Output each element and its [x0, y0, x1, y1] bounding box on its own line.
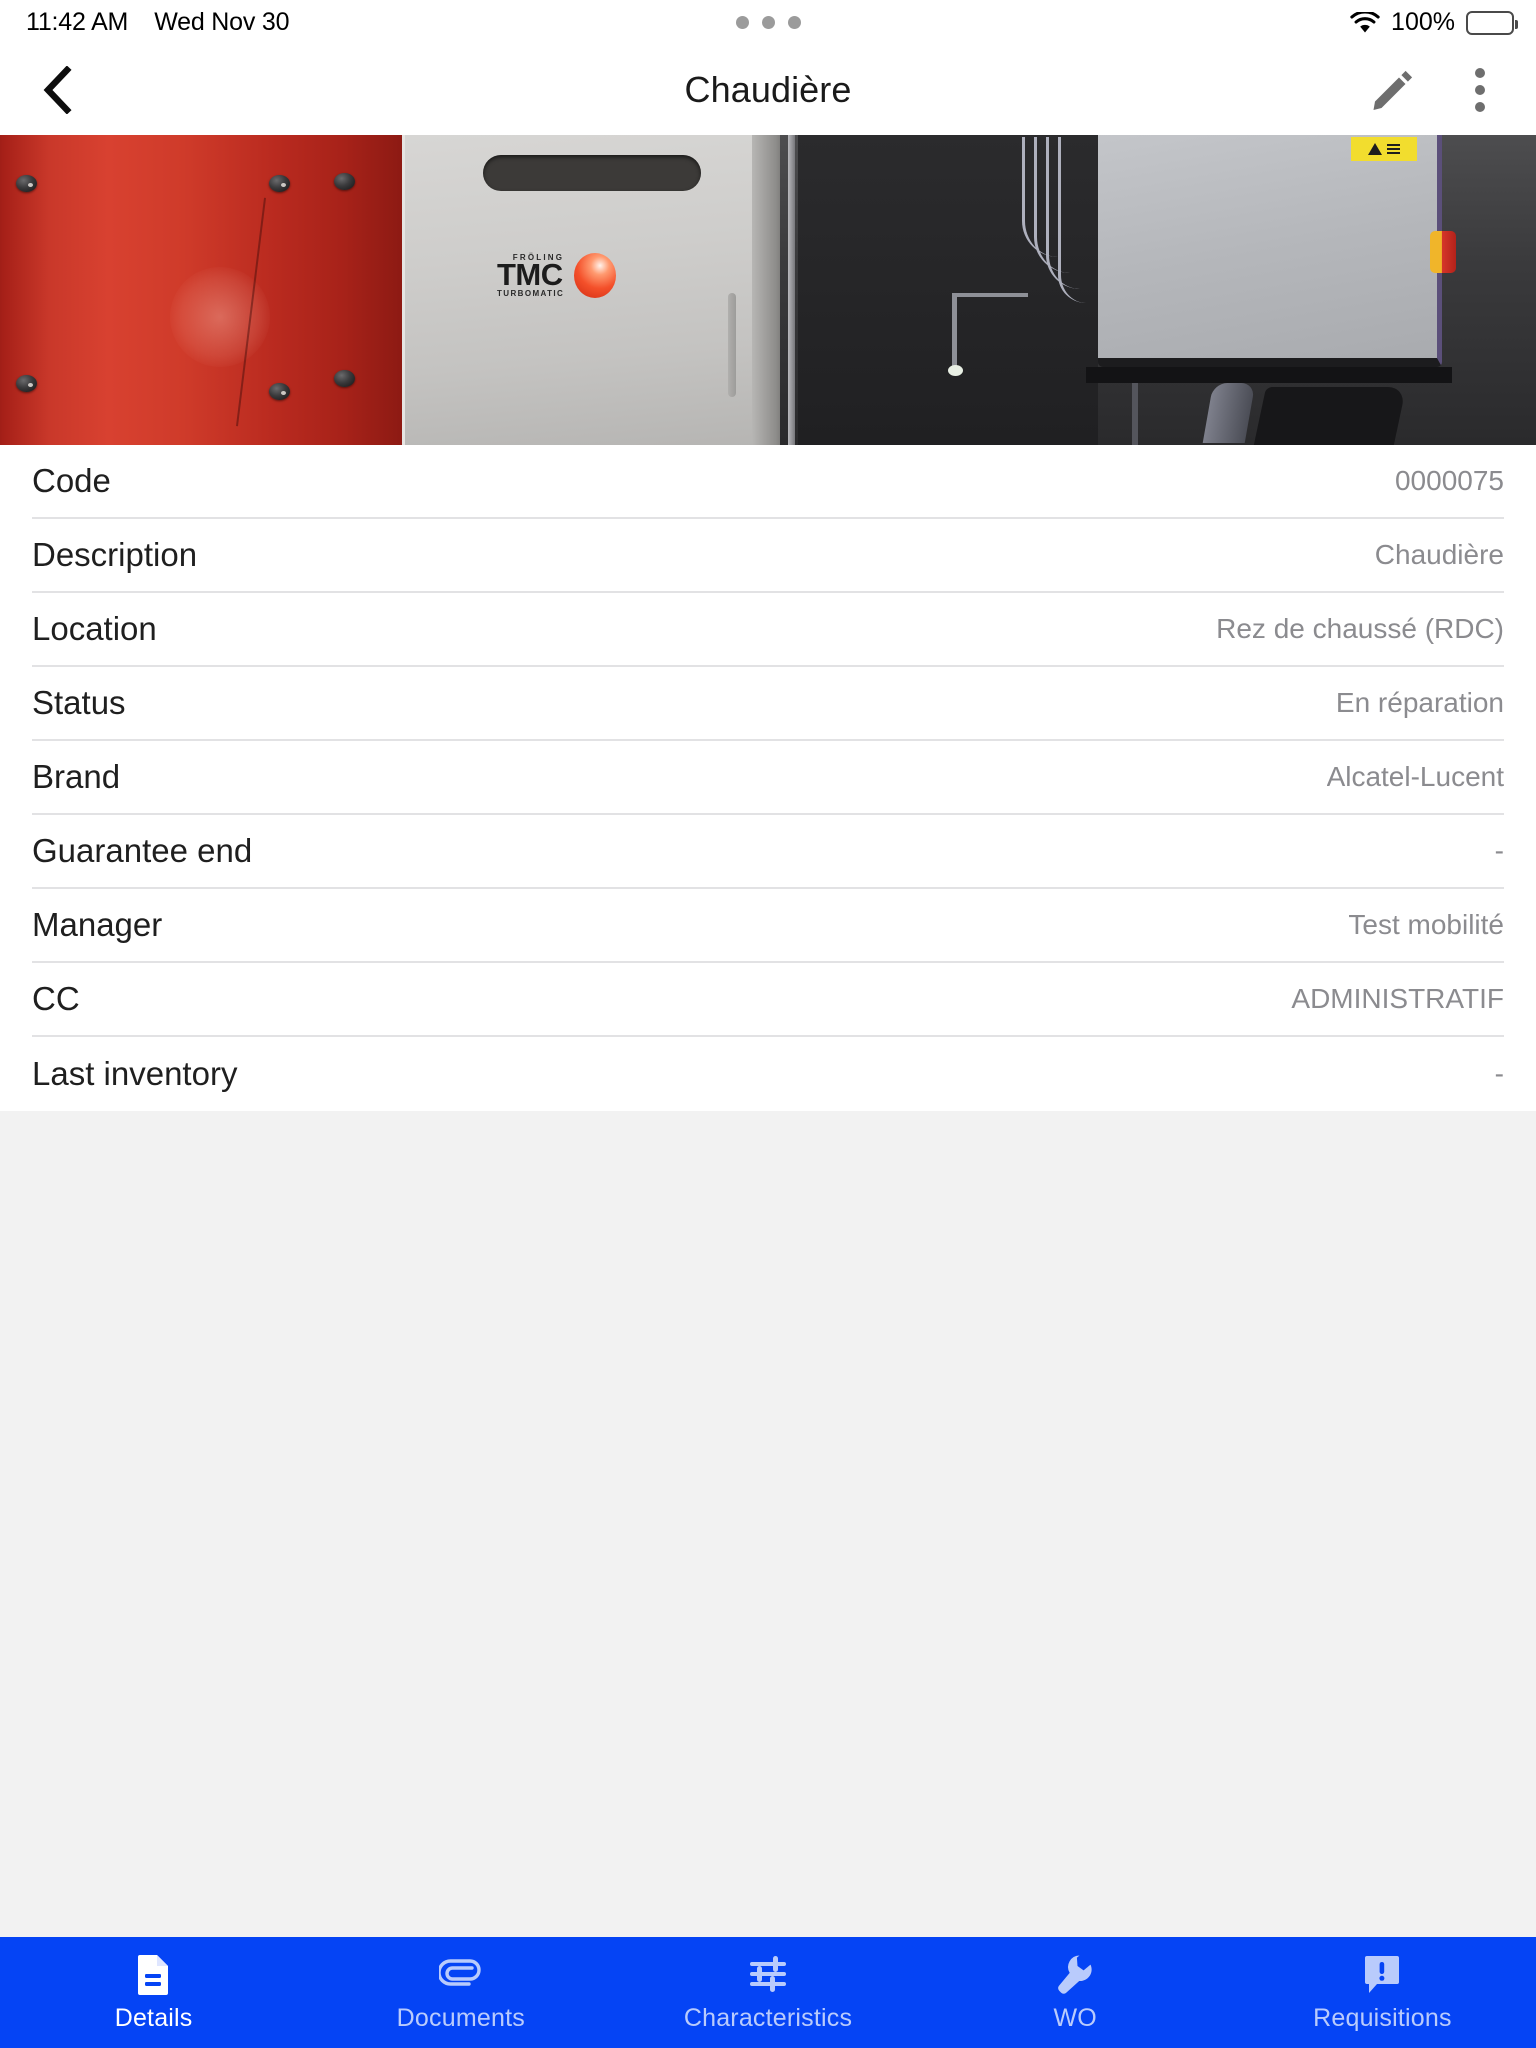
- status-bar-left: 11:42 AM Wed Nov 30: [26, 8, 290, 37]
- alert-speech-bubble-icon: [1363, 1953, 1401, 1995]
- tab-label: Details: [114, 2003, 193, 2032]
- status-date: Wed Nov 30: [154, 8, 290, 36]
- tab-label: WO: [1053, 2003, 1097, 2032]
- photo-indicator-lamp: [1430, 231, 1456, 273]
- detail-value: En réparation: [1335, 687, 1504, 718]
- status-bar: 11:42 AM Wed Nov 30 100%: [0, 0, 1536, 45]
- photo-model-label: TMC: [497, 257, 563, 292]
- detail-label: Manager: [32, 906, 163, 943]
- navigation-bar: Chaudière: [0, 45, 1536, 135]
- photo-plant-room: [780, 135, 1536, 445]
- detail-value: Test mobilité: [1348, 909, 1504, 940]
- battery-icon: [1466, 10, 1518, 35]
- detail-value: Chaudière: [1374, 539, 1504, 570]
- detail-value: -: [1494, 835, 1504, 866]
- detail-label: Last inventory: [32, 1055, 238, 1092]
- detail-label: Description: [32, 536, 198, 573]
- chevron-left-icon: [43, 66, 72, 114]
- detail-row-location[interactable]: Location Rez de chaussé (RDC): [32, 593, 1504, 667]
- status-time: 11:42 AM: [26, 8, 129, 36]
- navbar-actions: [1366, 64, 1506, 116]
- photo-red-tank: [0, 135, 402, 445]
- paperclip-icon: [438, 1953, 483, 1995]
- detail-label: Brand: [32, 758, 121, 795]
- detail-label: Guarantee end: [32, 832, 253, 869]
- wrench-icon: [1055, 1953, 1095, 1995]
- detail-row-manager[interactable]: Manager Test mobilité: [32, 889, 1504, 963]
- sliders-icon: [748, 1953, 788, 1995]
- tab-label: Requisitions: [1313, 2003, 1452, 2032]
- detail-row-status[interactable]: Status En réparation: [32, 667, 1504, 741]
- photo-series-label: TURBOMATIC: [497, 289, 565, 299]
- kebab-menu-icon: [1475, 68, 1485, 112]
- detail-row-code[interactable]: Code 0000075: [32, 445, 1504, 519]
- detail-value: ADMINISTRATIF: [1291, 983, 1504, 1014]
- tab-details[interactable]: Details: [0, 1937, 307, 2048]
- document-icon: [137, 1953, 171, 1995]
- detail-label: CC: [32, 980, 80, 1017]
- app-root: 11:42 AM Wed Nov 30 100% Chaudière FRÖLI…: [0, 0, 1536, 2048]
- photo-control-panel: [1098, 135, 1456, 367]
- back-button[interactable]: [28, 60, 88, 120]
- status-bar-right: 100%: [1350, 8, 1518, 37]
- detail-value: Alcatel-Lucent: [1326, 761, 1504, 792]
- equipment-photo[interactable]: FRÖLING TMC TURBOMATIC: [0, 135, 1536, 445]
- tab-wo[interactable]: WO: [922, 1937, 1229, 2048]
- detail-label: Status: [32, 684, 126, 721]
- tab-documents[interactable]: Documents: [307, 1937, 614, 2048]
- tab-label: Documents: [396, 2003, 525, 2032]
- content-empty-area: [0, 1111, 1536, 1937]
- detail-row-guarantee-end[interactable]: Guarantee end -: [32, 815, 1504, 889]
- detail-value: Rez de chaussé (RDC): [1216, 613, 1504, 644]
- wifi-icon: [1350, 9, 1380, 34]
- detail-label: Location: [32, 610, 157, 647]
- tab-requisitions[interactable]: Requisitions: [1229, 1937, 1536, 2048]
- edit-button[interactable]: [1366, 64, 1418, 116]
- detail-label: Code: [32, 462, 111, 499]
- multitasking-dots-icon: [735, 16, 801, 29]
- detail-value: 0000075: [1394, 465, 1504, 496]
- more-options-button[interactable]: [1454, 64, 1506, 116]
- detail-row-brand[interactable]: Brand Alcatel-Lucent: [32, 741, 1504, 815]
- pencil-edit-icon: [1373, 70, 1413, 110]
- tab-characteristics[interactable]: Characteristics: [614, 1937, 921, 2048]
- bottom-tab-bar: Details Documents Characteristics WO Req…: [0, 1937, 1536, 2048]
- battery-percent-label: 100%: [1391, 8, 1455, 36]
- tab-label: Characteristics: [683, 2003, 853, 2032]
- details-list: Code 0000075 Description Chaudière Locat…: [0, 445, 1536, 1111]
- detail-row-last-inventory[interactable]: Last inventory -: [32, 1037, 1504, 1111]
- page-title: Chaudière: [684, 69, 852, 110]
- equipment-photo-image: FRÖLING TMC TURBOMATIC: [0, 135, 1536, 445]
- photo-logo-sphere: [574, 253, 617, 299]
- photo-warning-label: [1351, 137, 1417, 161]
- photo-cables: [1018, 137, 1110, 307]
- photo-boiler-logo: FRÖLING TMC TURBOMATIC: [497, 253, 617, 299]
- photo-tmc-boiler: FRÖLING TMC TURBOMATIC: [402, 135, 768, 445]
- detail-row-description[interactable]: Description Chaudière: [32, 519, 1504, 593]
- detail-row-cc[interactable]: CC ADMINISTRATIF: [32, 963, 1504, 1037]
- detail-value: -: [1494, 1058, 1504, 1089]
